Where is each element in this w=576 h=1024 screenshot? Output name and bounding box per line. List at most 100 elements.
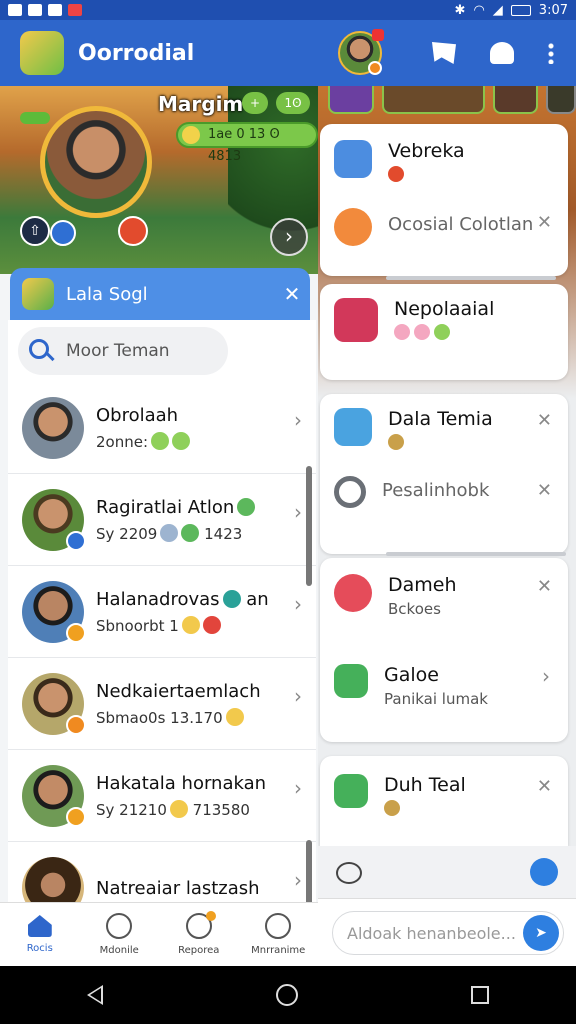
game-title: Margim xyxy=(158,92,244,116)
notification-icon xyxy=(8,4,22,16)
emoji-icon xyxy=(169,799,188,818)
chevron-right-icon[interactable]: › xyxy=(542,664,550,688)
panel-icon xyxy=(22,278,54,310)
emoji-icon xyxy=(414,324,430,340)
notification-icon xyxy=(48,4,62,16)
divider xyxy=(386,552,566,556)
recents-icon[interactable] xyxy=(471,986,490,1004)
chevron-right-icon: › xyxy=(294,500,302,524)
avatar xyxy=(22,396,84,459)
item-title: Nepolaaial xyxy=(394,298,495,320)
contact-row[interactable]: Ragiratlai Atlon Sy 2209 1423 › xyxy=(8,474,316,566)
contact-meta: 2onne: xyxy=(96,432,149,451)
item-title: Galoe xyxy=(384,664,439,686)
fire-icon[interactable] xyxy=(118,216,148,246)
search-area: Moor Teman xyxy=(8,320,316,382)
notification-card[interactable]: Duh Teal ✕ xyxy=(320,756,568,846)
smile-icon xyxy=(265,913,292,939)
nav-label: Reporea xyxy=(178,945,220,956)
item-title: Duh Teal xyxy=(384,774,466,796)
nav-more[interactable]: Mnrranime xyxy=(239,903,319,966)
notification-card: Dameh Bckoes ✕ Galoe Panikai lumak › xyxy=(320,558,568,742)
nav-reports[interactable]: Reporea xyxy=(159,903,239,966)
contact-row[interactable]: Hakatala hornakan Sy 21210 713580 › xyxy=(8,750,316,842)
story-thumbnail[interactable] xyxy=(381,86,485,114)
search-placeholder: Moor Teman xyxy=(66,341,170,361)
item-title: Dameh xyxy=(388,574,457,596)
chat-header xyxy=(318,20,576,86)
people-icon xyxy=(106,913,133,939)
avatar[interactable] xyxy=(338,29,384,75)
notification-item[interactable]: Dameh Bckoes ✕ xyxy=(320,574,568,618)
status-dot xyxy=(66,714,86,735)
nav-mobile[interactable]: Mdonile xyxy=(80,903,160,966)
contact-name: Halanadrovas xyxy=(96,588,220,610)
team-icon xyxy=(334,408,372,446)
message-input[interactable]: Aldoak henanbeole... ➤ xyxy=(332,911,564,955)
send-button[interactable]: ➤ xyxy=(523,915,559,951)
story-thumbnail[interactable] xyxy=(492,86,539,114)
person-icon[interactable] xyxy=(490,42,514,64)
notification-item[interactable]: Galoe Panikai lumak › xyxy=(320,664,568,708)
contact-row[interactable]: Nedkaiertaemlach Sbmao0s 13.170 › xyxy=(8,658,316,750)
contact-meta: Sy 2209 xyxy=(96,524,158,543)
search-input[interactable]: Moor Teman xyxy=(18,327,228,375)
bluetooth-icon: ✱ xyxy=(454,2,466,18)
close-icon[interactable]: ✕ xyxy=(274,282,310,306)
camera-icon[interactable] xyxy=(50,220,76,246)
emoji-icon[interactable] xyxy=(336,862,362,884)
emoji-icon xyxy=(434,324,450,340)
notification-card[interactable]: Nepolaaial xyxy=(320,284,568,380)
more-vert-icon[interactable] xyxy=(548,42,554,64)
contact-name: Ragiratlai Atlon xyxy=(96,496,235,518)
item-sub: Panikai lumak xyxy=(384,690,488,708)
status-dot xyxy=(66,530,86,551)
notification-item[interactable]: Vebreka xyxy=(320,140,568,186)
contact-list: Obrolaah 2onne: › Ragiratlai Atlon Sy 22… xyxy=(8,382,316,934)
close-icon[interactable]: ✕ xyxy=(537,576,552,597)
back-icon[interactable] xyxy=(86,985,103,1005)
upload-icon[interactable]: ⇧ xyxy=(20,216,50,246)
close-icon[interactable]: ✕ xyxy=(537,410,552,431)
nav-home[interactable]: Rocis xyxy=(0,903,80,966)
close-icon[interactable]: ✕ xyxy=(537,776,552,797)
app-logo-icon[interactable] xyxy=(20,31,64,75)
home-circle-icon[interactable] xyxy=(275,984,298,1006)
game-pill[interactable]: + xyxy=(242,92,268,114)
notification-item[interactable]: Pesalinhobk ✕ xyxy=(320,476,568,508)
story-thumbnail[interactable] xyxy=(328,86,374,114)
scrollbar[interactable] xyxy=(306,466,312,586)
status-dot xyxy=(66,806,86,827)
nav-label: Mnrranime xyxy=(251,945,306,956)
chat-toolbar xyxy=(318,846,576,898)
next-arrow-button[interactable]: › xyxy=(270,218,308,256)
app-header: Oorrodial xyxy=(0,20,318,86)
notification-item[interactable]: Ocosial Colotlan ✕ xyxy=(320,208,568,246)
contact-row[interactable]: Halanadrovas an Sbnoorbt 1 › xyxy=(8,566,316,658)
chat-icon[interactable] xyxy=(432,42,456,64)
emoji-icon xyxy=(151,431,170,450)
contact-row[interactable]: Obrolaah 2onne: › xyxy=(8,382,316,474)
story-thumbnail[interactable] xyxy=(546,86,576,114)
system-nav-bar xyxy=(0,966,576,1024)
profile-avatar[interactable] xyxy=(40,106,152,218)
game-icon xyxy=(334,298,378,342)
close-icon[interactable]: ✕ xyxy=(537,212,552,233)
score-pill: 1ae 0 13 ʘ 4813 xyxy=(176,122,318,164)
notification-icons xyxy=(8,4,82,16)
emoji-icon xyxy=(388,434,404,450)
emoji-icon xyxy=(181,523,200,542)
message-placeholder: Aldoak henanbeole... xyxy=(347,923,516,943)
chevron-right-icon: › xyxy=(294,408,302,432)
close-icon[interactable]: ✕ xyxy=(537,480,552,501)
game-banner[interactable]: Margim + 1ʘ 1ae 0 13 ʘ 4813 xyxy=(0,86,318,274)
game-pill[interactable]: 1ʘ xyxy=(276,92,310,114)
item-sub: Bckoes xyxy=(388,600,441,618)
status-dot xyxy=(66,622,86,643)
contact-icon[interactable] xyxy=(530,858,558,886)
chevron-right-icon: › xyxy=(294,868,302,892)
avatar xyxy=(22,580,86,643)
notification-item[interactable]: Dala Temia ✕ xyxy=(320,408,568,454)
notification-icon xyxy=(68,4,82,16)
nav-label: Mdonile xyxy=(99,945,139,956)
